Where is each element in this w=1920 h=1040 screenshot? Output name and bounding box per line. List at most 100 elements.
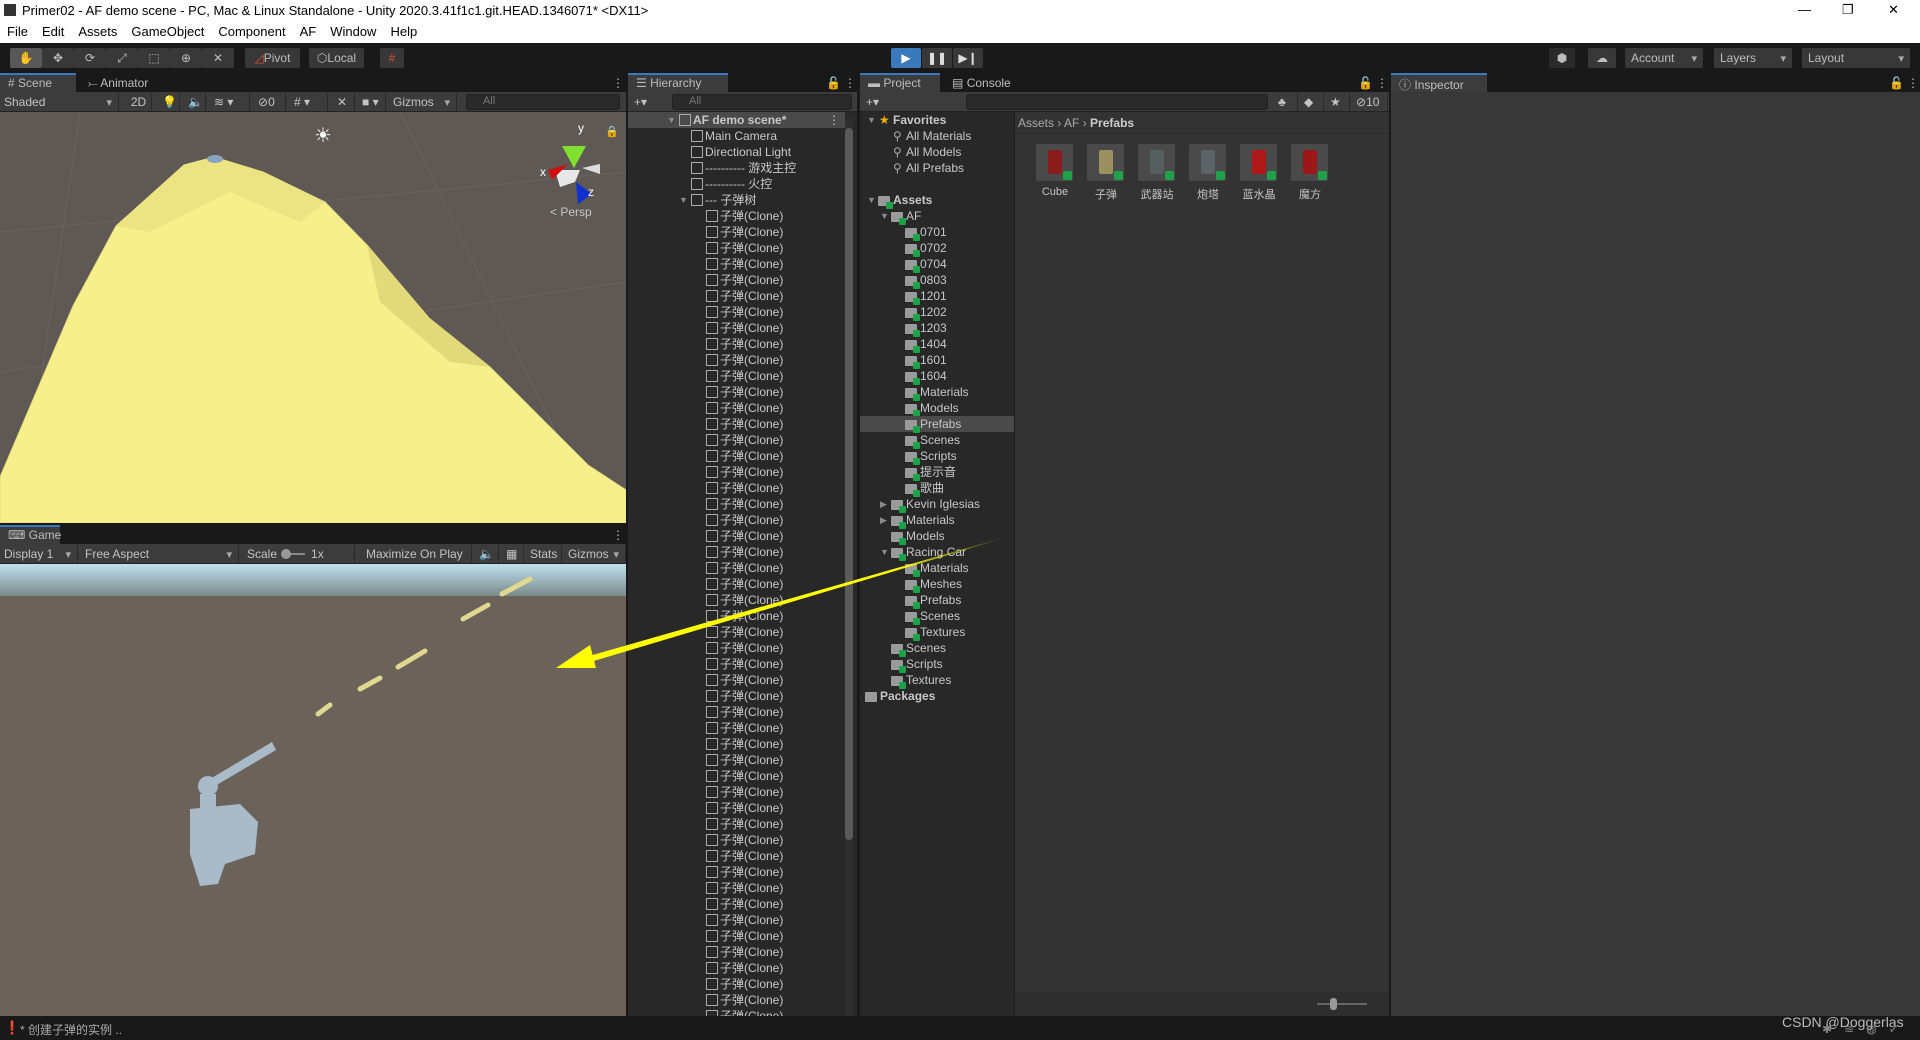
auto-generate-icon[interactable]: ◍: [1866, 1022, 1888, 1036]
asset-prefab[interactable]: 炮塔: [1185, 144, 1231, 208]
camera-icon[interactable]: ■ ▾: [358, 93, 386, 111]
tab-animator[interactable]: ⤚ Animator: [80, 73, 156, 92]
rotate-tool-icon[interactable]: ⟳: [74, 48, 106, 68]
folder-item[interactable]: Scenes: [860, 608, 1014, 625]
status-message[interactable]: * 创建子弹的实例 ..: [20, 1021, 122, 1038]
hidden-packages-icon[interactable]: ⊘ 10: [1352, 93, 1388, 111]
expand-arrow-icon[interactable]: ▼: [880, 208, 889, 224]
game-gizmos-dropdown[interactable]: Gizmos: [564, 545, 626, 563]
folder-item[interactable]: ▶ Kevin Iglesias: [860, 496, 1014, 513]
hierarchy-search-input[interactable]: All: [672, 94, 852, 110]
keyboard-icon[interactable]: ▦: [502, 545, 524, 563]
folder-item[interactable]: 1202: [860, 304, 1014, 321]
hierarchy-item-clone[interactable]: 子弹(Clone): [628, 320, 845, 336]
breadcrumb-af[interactable]: AF: [1064, 116, 1079, 130]
layout-dropdown[interactable]: Layout: [1802, 48, 1910, 68]
tab-scene[interactable]: # Scene: [0, 73, 76, 92]
hierarchy-item-clone[interactable]: 子弹(Clone): [628, 416, 845, 432]
cache-icon[interactable]: ≋: [1844, 1022, 1866, 1036]
lock-icon[interactable]: 🔒: [605, 125, 619, 138]
gizmo-y-axis[interactable]: [562, 146, 586, 168]
custom-tool-icon[interactable]: ✕: [202, 48, 234, 68]
folder-item[interactable]: 1601: [860, 352, 1014, 369]
folder-item[interactable]: Prefabs: [860, 416, 1014, 433]
folder-item[interactable]: Scripts: [860, 448, 1014, 465]
effects-icon[interactable]: ≋ ▾: [210, 93, 250, 111]
hierarchy-item-clone[interactable]: 子弹(Clone): [628, 1008, 845, 1016]
layers-dropdown[interactable]: Layers: [1714, 48, 1792, 68]
hierarchy-item-clone[interactable]: 子弹(Clone): [628, 848, 845, 864]
hierarchy-scrollbar[interactable]: [845, 118, 853, 1016]
scene-search-input[interactable]: All: [466, 94, 620, 110]
stats-button[interactable]: Stats: [526, 545, 562, 563]
folder-item[interactable]: 1201: [860, 288, 1014, 305]
menu-edit[interactable]: Edit: [35, 21, 71, 43]
hierarchy-item-clone[interactable]: 子弹(Clone): [628, 640, 845, 656]
hierarchy-item-clone[interactable]: 子弹(Clone): [628, 992, 845, 1008]
tab-game[interactable]: ⌨ Game: [0, 525, 61, 544]
hierarchy-item-clone[interactable]: 子弹(Clone): [628, 656, 845, 672]
folder-item[interactable]: Prefabs: [860, 592, 1014, 609]
hierarchy-item-clone[interactable]: 子弹(Clone): [628, 912, 845, 928]
expand-arrow-icon[interactable]: ▼: [880, 544, 889, 560]
hierarchy-item-clone[interactable]: 子弹(Clone): [628, 880, 845, 896]
cloud-icon[interactable]: ☁: [1588, 48, 1616, 68]
folder-item[interactable]: Models: [860, 528, 1014, 545]
hierarchy-item[interactable]: ---------- 游戏主控: [628, 160, 845, 176]
pivot-button[interactable]: ◿ Pivot: [245, 48, 300, 68]
favorite-search-item[interactable]: ⚲ All Models: [860, 144, 1014, 160]
maximize-on-play-toggle[interactable]: Maximize On Play: [362, 545, 472, 563]
folder-item[interactable]: 0701: [860, 224, 1014, 241]
create-button[interactable]: +▾: [630, 93, 658, 111]
hierarchy-item-clone[interactable]: 子弹(Clone): [628, 800, 845, 816]
hierarchy-item-clone[interactable]: 子弹(Clone): [628, 688, 845, 704]
asset-prefab[interactable]: 魔方: [1287, 144, 1333, 208]
restore-icon[interactable]: ❐: [1842, 2, 1854, 18]
hierarchy-item-clone[interactable]: 子弹(Clone): [628, 560, 845, 576]
scene-view[interactable]: ☀ y x z < Persp 🔒: [0, 112, 626, 523]
icon-size-slider[interactable]: [1317, 1003, 1367, 1005]
folder-item[interactable]: 提示音: [860, 464, 1014, 481]
step-button[interactable]: ▶❙: [953, 48, 983, 68]
hierarchy-item-clone[interactable]: 子弹(Clone): [628, 624, 845, 640]
hierarchy-item-clone[interactable]: 子弹(Clone): [628, 816, 845, 832]
folder-item[interactable]: Textures: [860, 672, 1014, 689]
scrollbar-thumb[interactable]: [845, 128, 853, 840]
local-button[interactable]: ⬡ Local: [309, 48, 364, 68]
folder-item[interactable]: 0702: [860, 240, 1014, 257]
minimize-icon[interactable]: —: [1798, 2, 1811, 17]
tab-hierarchy[interactable]: ☰ Hierarchy: [628, 73, 728, 92]
hierarchy-item-clone[interactable]: 子弹(Clone): [628, 928, 845, 944]
hierarchy-item-clone[interactable]: 子弹(Clone): [628, 304, 845, 320]
menu-af[interactable]: AF: [293, 21, 324, 43]
hierarchy-item-clone[interactable]: 子弹(Clone): [628, 496, 845, 512]
hierarchy-item-clone[interactable]: 子弹(Clone): [628, 480, 845, 496]
scale-slider[interactable]: Scale 1x: [243, 545, 355, 563]
folder-item[interactable]: 0704: [860, 256, 1014, 273]
hierarchy-item-clone[interactable]: 子弹(Clone): [628, 896, 845, 912]
folder-item[interactable]: Scripts: [860, 656, 1014, 673]
close-icon[interactable]: ✕: [1888, 2, 1899, 18]
asset-prefab[interactable]: 蓝水晶: [1236, 144, 1282, 208]
asset-prefab[interactable]: 子弹: [1083, 144, 1129, 208]
hidden-objects-icon[interactable]: ⊘ 0: [254, 93, 286, 111]
collapse-arrow-icon[interactable]: ▶: [880, 496, 887, 512]
check-icon[interactable]: ✓: [1889, 1022, 1911, 1036]
hierarchy-item-clone[interactable]: 子弹(Clone): [628, 512, 845, 528]
menu-file[interactable]: File: [0, 21, 35, 43]
account-dropdown[interactable]: Account: [1625, 48, 1703, 68]
assets-folder[interactable]: ▼ Assets: [860, 192, 1014, 209]
audio-icon[interactable]: 🔈: [184, 93, 206, 111]
hierarchy-item[interactable]: ---------- 火控: [628, 176, 845, 192]
folder-item[interactable]: ▼ Racing Car: [860, 544, 1014, 561]
search-by-type-icon[interactable]: ♣: [1274, 93, 1298, 111]
transform-tool-icon[interactable]: ⊕: [170, 48, 202, 68]
hierarchy-item-clone[interactable]: 子弹(Clone): [628, 976, 845, 992]
hierarchy-item-clone[interactable]: 子弹(Clone): [628, 400, 845, 416]
folder-item[interactable]: ▶ Materials: [860, 512, 1014, 529]
hierarchy-item-clone[interactable]: 子弹(Clone): [628, 720, 845, 736]
hierarchy-item-clone[interactable]: 子弹(Clone): [628, 448, 845, 464]
hierarchy-item-clone[interactable]: 子弹(Clone): [628, 784, 845, 800]
tab-project[interactable]: ▬ Project: [860, 73, 940, 92]
hierarchy-item-clone[interactable]: 子弹(Clone): [628, 864, 845, 880]
